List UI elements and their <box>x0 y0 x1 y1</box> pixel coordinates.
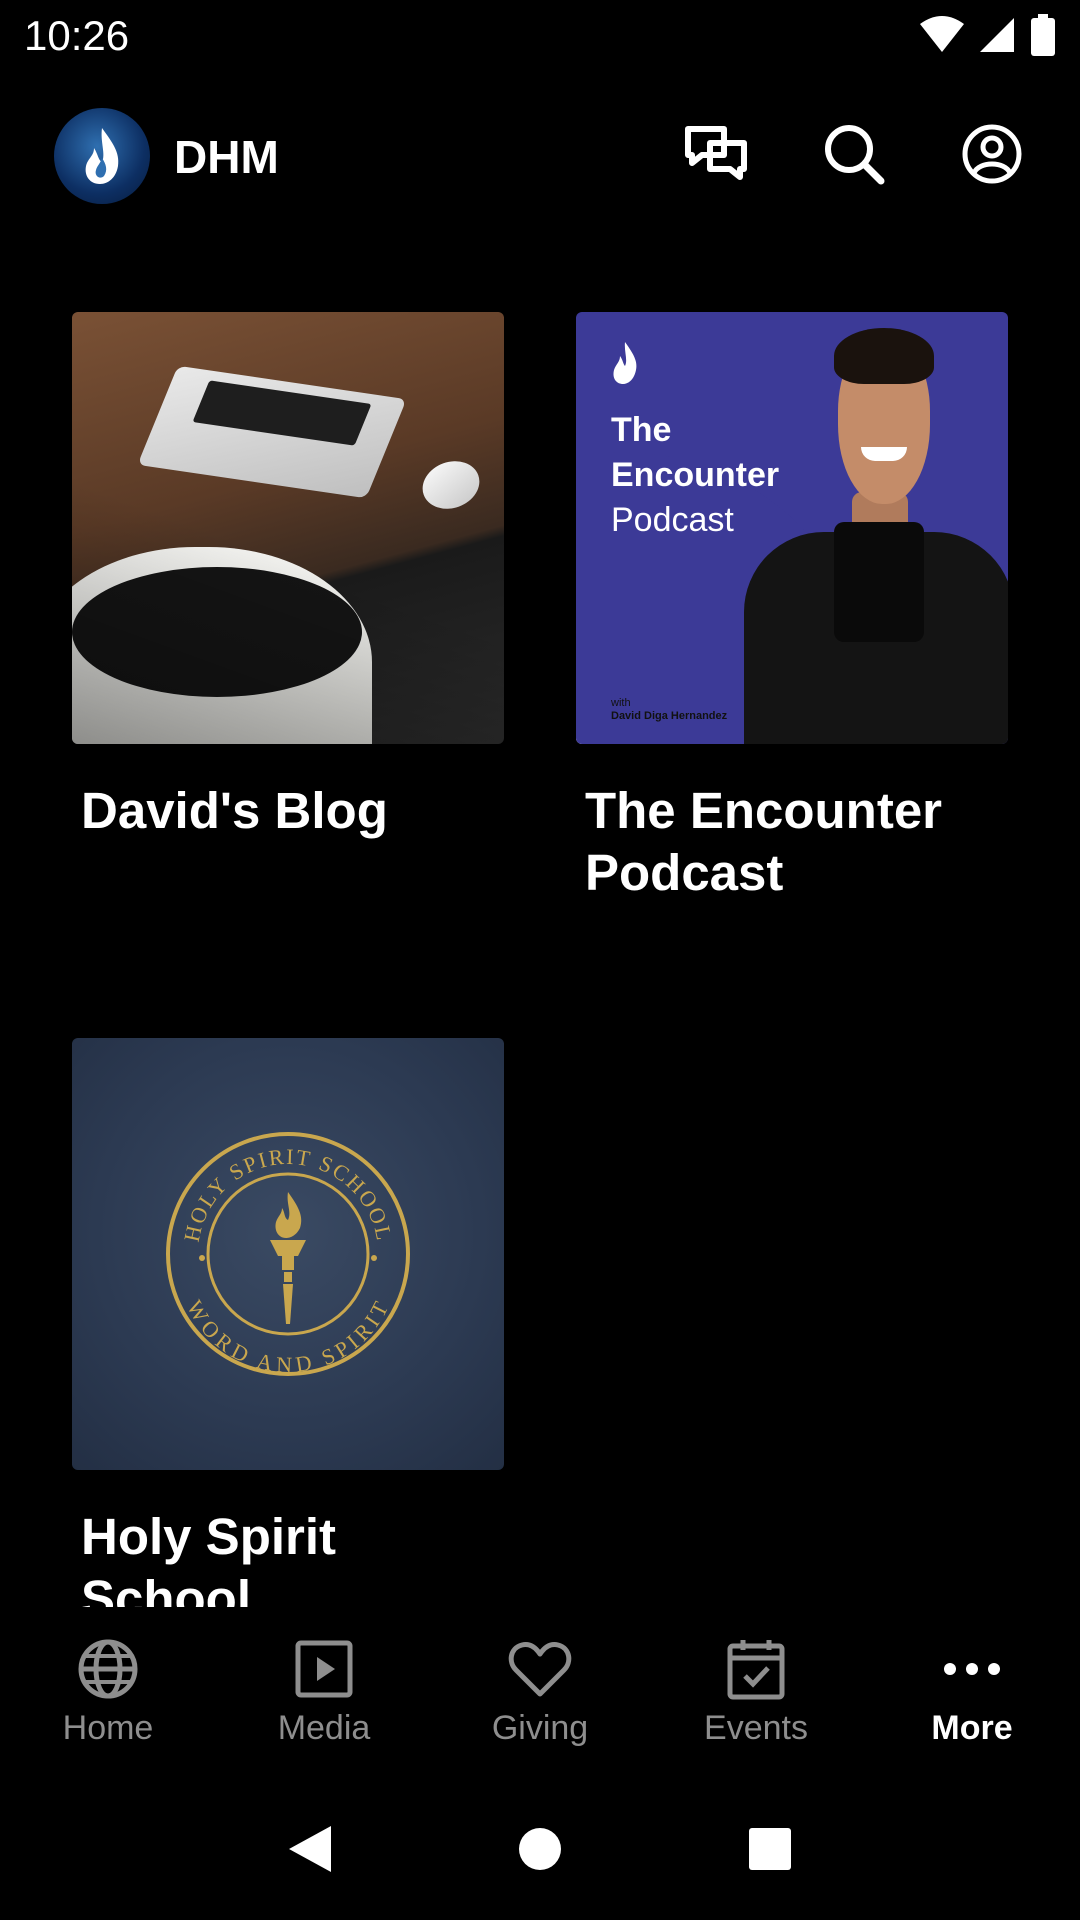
nav-label: Home <box>62 1709 154 1747</box>
cover-with: with <box>611 697 631 709</box>
card-davids-blog[interactable]: David's Blog <box>72 312 504 842</box>
calendar-check-icon <box>727 1640 785 1700</box>
chat-button[interactable] <box>682 120 750 188</box>
school-image: HOLY SPIRIT SCHOOL WORD AND SPIRIT <box>72 1038 504 1470</box>
battery-icon <box>1031 14 1055 56</box>
back-triangle-icon <box>289 1825 331 1872</box>
card-holy-spirit-school[interactable]: HOLY SPIRIT SCHOOL WORD AND SPIRIT Holy … <box>72 1038 504 1607</box>
status-bar: 10:26 <box>0 0 1080 72</box>
nav-label: Media <box>277 1709 371 1747</box>
nav-more[interactable]: More <box>864 1607 1080 1777</box>
cover-line-1: The <box>611 411 672 449</box>
system-nav-bar <box>0 1777 1080 1920</box>
nav-media[interactable]: Media <box>216 1607 432 1777</box>
nav-home[interactable]: Home <box>0 1607 216 1777</box>
card-title: The Encounter Podcast <box>585 782 943 901</box>
nav-label: Events <box>704 1709 808 1747</box>
status-icons <box>920 14 1056 56</box>
app-header: DHM <box>0 100 1080 212</box>
profile-icon <box>962 124 1022 184</box>
header-actions <box>682 120 1026 188</box>
nav-events[interactable]: Events <box>648 1607 864 1777</box>
profile-button[interactable] <box>958 120 1026 188</box>
nav-label: More <box>931 1709 1013 1747</box>
card-title: Holy Spirit School <box>81 1508 337 1607</box>
cover-line-3: Podcast <box>611 501 734 539</box>
search-icon <box>825 125 885 185</box>
wifi-icon <box>920 16 964 52</box>
flame-logo-icon <box>85 128 119 184</box>
chat-icon <box>685 126 747 180</box>
more-dots-icon <box>944 1663 1000 1675</box>
status-time: 10:26 <box>24 12 130 59</box>
app-title: DHM <box>174 131 279 183</box>
search-button[interactable] <box>820 120 888 188</box>
recents-square-icon <box>749 1827 791 1870</box>
app-logo[interactable] <box>54 108 150 204</box>
back-button[interactable] <box>280 1819 340 1879</box>
podcast-image: The Encounter Podcast with David Diga He… <box>576 312 1008 744</box>
podcast-cover-text: The Encounter Podcast <box>611 408 779 543</box>
school-seal-icon: HOLY SPIRIT SCHOOL WORD AND SPIRIT <box>166 1132 410 1376</box>
blog-image <box>72 312 504 744</box>
recents-button[interactable] <box>740 1819 800 1879</box>
home-circle-icon <box>519 1827 561 1870</box>
nav-giving[interactable]: Giving <box>432 1607 648 1777</box>
card-title: David's Blog <box>81 782 388 839</box>
card-encounter-podcast[interactable]: The Encounter Podcast with David Diga He… <box>576 312 1008 904</box>
bottom-nav: Home Media Giving Events More <box>0 1607 1080 1777</box>
podcast-host-credit: with David Diga Hernandez <box>611 697 727 723</box>
heart-icon <box>508 1642 572 1697</box>
cover-line-2: Encounter <box>611 456 780 494</box>
globe-icon <box>78 1639 138 1699</box>
content-grid: David's Blog The Encounter Podcast with … <box>0 212 1080 1607</box>
play-icon <box>295 1640 353 1698</box>
cellular-signal-icon <box>980 18 1014 52</box>
home-button[interactable] <box>510 1819 570 1879</box>
flame-icon <box>613 342 637 384</box>
cover-host: David Diga Hernandez <box>611 710 728 722</box>
nav-label: Giving <box>491 1709 589 1747</box>
